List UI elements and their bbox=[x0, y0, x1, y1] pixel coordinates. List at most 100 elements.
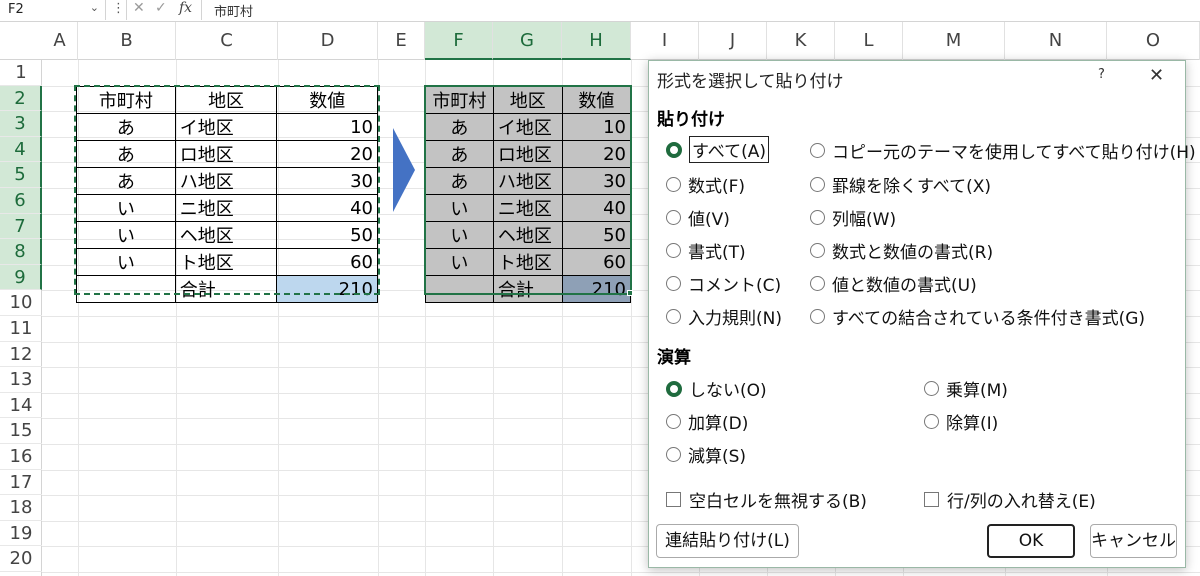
table-cell[interactable]: あ bbox=[425, 140, 494, 168]
row-header[interactable]: 18 bbox=[0, 495, 42, 521]
table-cell[interactable]: あ bbox=[425, 167, 494, 195]
insert-function-button[interactable]: fx bbox=[179, 0, 192, 16]
name-box[interactable]: F2 ⌄ bbox=[0, 0, 106, 20]
row-header[interactable]: 9 bbox=[0, 264, 42, 291]
row-header[interactable]: 20 bbox=[0, 546, 42, 572]
table-cell[interactable]: い bbox=[425, 221, 494, 249]
row-header[interactable]: 15 bbox=[0, 418, 42, 444]
table-cell[interactable] bbox=[425, 275, 494, 303]
row-header[interactable]: 17 bbox=[0, 470, 42, 496]
table-cell[interactable]: 30 bbox=[561, 167, 632, 195]
table-header-cell[interactable]: 市町村 bbox=[425, 86, 494, 114]
radio-paste-all[interactable]: すべて(A) bbox=[666, 136, 770, 163]
row-header[interactable]: 3 bbox=[0, 111, 42, 137]
column-header-l[interactable]: L bbox=[835, 22, 903, 60]
column-header-m[interactable]: M bbox=[903, 22, 1005, 60]
cancel-button[interactable]: キャンセル bbox=[1090, 524, 1177, 558]
table-cell[interactable]: 10 bbox=[561, 113, 632, 141]
radio-paste-values-number-formats[interactable]: 値と数値の書式(U) bbox=[810, 271, 977, 296]
radio-op-multiply[interactable]: 乗算(M) bbox=[924, 376, 1008, 401]
radio-paste-all-except-borders[interactable]: 罫線を除くすべて(X) bbox=[810, 172, 991, 197]
table-cell[interactable]: ヘ地区 bbox=[174, 221, 278, 249]
table-cell[interactable]: 60 bbox=[561, 248, 632, 276]
column-header-a[interactable]: A bbox=[42, 22, 78, 60]
table-cell[interactable]: 210 bbox=[276, 275, 378, 303]
row-header[interactable]: 7 bbox=[0, 213, 42, 240]
column-header-b[interactable]: B bbox=[78, 22, 176, 60]
column-header-h[interactable]: H bbox=[562, 22, 631, 60]
row-header[interactable]: 16 bbox=[0, 444, 42, 470]
table-cell[interactable]: 50 bbox=[276, 221, 378, 249]
table-cell[interactable]: ハ地区 bbox=[174, 167, 278, 195]
radio-paste-validation[interactable]: 入力規則(N) bbox=[666, 304, 782, 329]
table-cell[interactable]: ニ地区 bbox=[174, 194, 278, 222]
row-header[interactable]: 5 bbox=[0, 162, 42, 188]
table-cell[interactable]: い bbox=[425, 194, 494, 222]
radio-op-none[interactable]: しない(O) bbox=[666, 376, 767, 401]
table-header-cell[interactable]: 地区 bbox=[492, 86, 563, 114]
row-header[interactable]: 2 bbox=[0, 85, 42, 112]
table-cell[interactable]: イ地区 bbox=[174, 113, 278, 141]
column-header-j[interactable]: J bbox=[699, 22, 767, 60]
row-header[interactable]: 14 bbox=[0, 393, 42, 419]
table-cell[interactable]: あ bbox=[76, 167, 176, 195]
skip-blanks-checkbox[interactable]: 空白セルを無視する(B) bbox=[666, 487, 867, 512]
radio-paste-formats[interactable]: 書式(T) bbox=[666, 238, 746, 263]
radio-paste-all-source-theme[interactable]: コピー元のテーマを使用してすべて貼り付け(H) bbox=[810, 138, 1196, 163]
table-cell[interactable] bbox=[76, 275, 176, 303]
cancel-icon[interactable]: ✕ bbox=[133, 0, 145, 16]
table-header-cell[interactable]: 数値 bbox=[276, 86, 378, 114]
table-header-cell[interactable]: 地区 bbox=[174, 86, 278, 114]
table-cell[interactable]: 10 bbox=[276, 113, 378, 141]
table-cell[interactable]: 合計 bbox=[174, 275, 278, 303]
table-cell[interactable]: 50 bbox=[561, 221, 632, 249]
formula-input[interactable]: 市町村 bbox=[214, 1, 253, 20]
table-cell[interactable]: い bbox=[425, 248, 494, 276]
enter-icon[interactable]: ✓ bbox=[155, 0, 167, 16]
table-cell[interactable]: 60 bbox=[276, 248, 378, 276]
table-cell[interactable]: イ地区 bbox=[492, 113, 563, 141]
row-header[interactable]: 4 bbox=[0, 136, 42, 163]
radio-paste-formulas-number-formats[interactable]: 数式と数値の書式(R) bbox=[810, 238, 993, 263]
radio-paste-column-widths[interactable]: 列幅(W) bbox=[810, 205, 896, 230]
table-cell[interactable]: 合計 bbox=[492, 275, 563, 303]
column-header-n[interactable]: N bbox=[1005, 22, 1107, 60]
table-cell[interactable]: 40 bbox=[276, 194, 378, 222]
table-cell[interactable]: ト地区 bbox=[492, 248, 563, 276]
column-header-k[interactable]: K bbox=[767, 22, 835, 60]
table-cell[interactable]: い bbox=[76, 194, 176, 222]
radio-paste-values[interactable]: 値(V) bbox=[666, 205, 730, 230]
column-header-o[interactable]: O bbox=[1107, 22, 1200, 60]
table-header-cell[interactable]: 数値 bbox=[561, 86, 632, 114]
ok-button[interactable]: OK bbox=[987, 524, 1075, 558]
row-header[interactable]: 1 bbox=[0, 60, 42, 86]
row-header[interactable]: 10 bbox=[0, 290, 42, 316]
row-header[interactable]: 19 bbox=[0, 521, 42, 547]
table-header-cell[interactable]: 市町村 bbox=[76, 86, 176, 114]
column-header-c[interactable]: C bbox=[176, 22, 278, 60]
table-cell[interactable]: 40 bbox=[561, 194, 632, 222]
radio-op-divide[interactable]: 除算(I) bbox=[924, 409, 998, 434]
table-cell[interactable]: 20 bbox=[561, 140, 632, 168]
table-cell[interactable]: 20 bbox=[276, 140, 378, 168]
table-cell[interactable]: ト地区 bbox=[174, 248, 278, 276]
paste-link-button[interactable]: 連結貼り付け(L) bbox=[656, 524, 799, 558]
table-cell[interactable]: い bbox=[76, 248, 176, 276]
column-header-e[interactable]: E bbox=[378, 22, 425, 60]
table-cell[interactable]: ロ地区 bbox=[492, 140, 563, 168]
row-header[interactable]: 13 bbox=[0, 367, 42, 393]
table-cell[interactable]: 30 bbox=[276, 167, 378, 195]
table-cell[interactable]: ヘ地区 bbox=[492, 221, 563, 249]
radio-op-add[interactable]: 加算(D) bbox=[666, 409, 748, 434]
row-header[interactable]: 6 bbox=[0, 188, 42, 214]
table-cell[interactable]: あ bbox=[76, 113, 176, 141]
fill-handle[interactable] bbox=[627, 290, 633, 296]
more-icon[interactable]: ⋮ bbox=[112, 1, 125, 16]
column-header-d[interactable]: D bbox=[278, 22, 378, 60]
table-cell[interactable]: ロ地区 bbox=[174, 140, 278, 168]
row-header[interactable]: 11 bbox=[0, 316, 42, 342]
transpose-checkbox[interactable]: 行/列の入れ替え(E) bbox=[924, 487, 1096, 512]
table-cell[interactable]: ハ地区 bbox=[492, 167, 563, 195]
column-header-g[interactable]: G bbox=[493, 22, 562, 60]
radio-op-subtract[interactable]: 減算(S) bbox=[666, 442, 746, 467]
